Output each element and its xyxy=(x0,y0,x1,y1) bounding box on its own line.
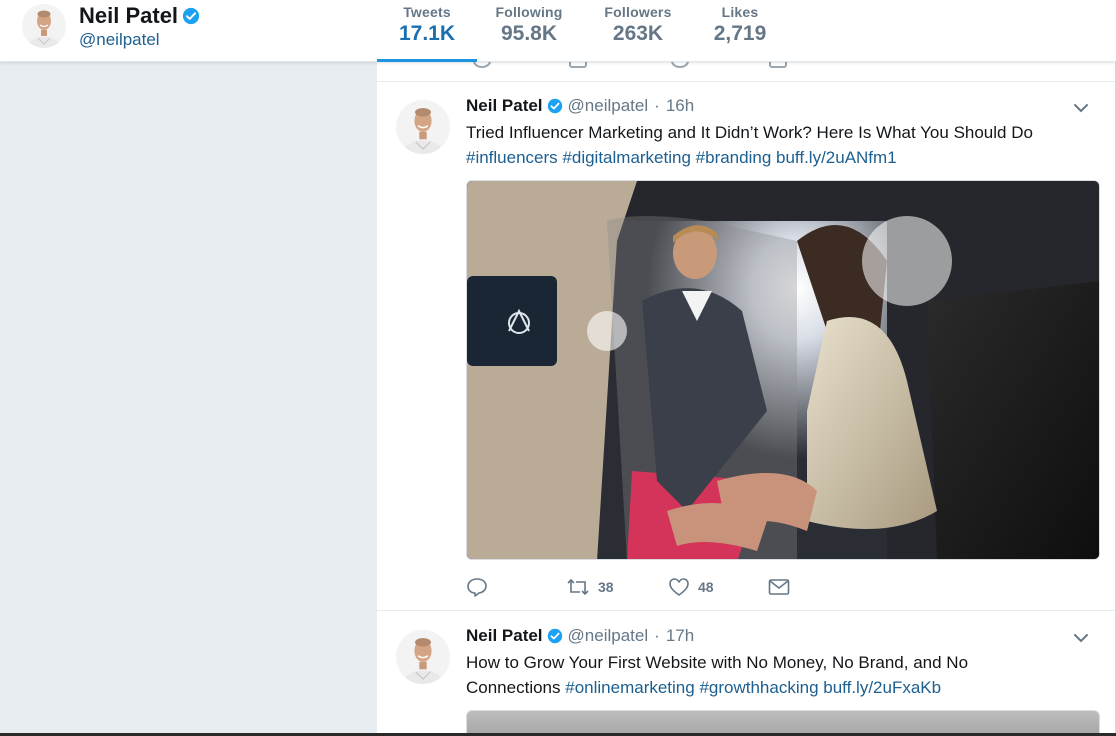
tweet-timestamp[interactable]: 17h xyxy=(666,626,694,646)
stat-label: Likes xyxy=(721,4,759,20)
profile-stats-nav: Tweets 17.1K Following 95.8K Followers 2… xyxy=(377,0,785,62)
url-link[interactable]: buff.ly/2uANfm1 xyxy=(776,148,897,167)
tweet-text-line: Connections #onlinemarketing #growthhack… xyxy=(466,675,1086,700)
tweet-header: Neil Patel @neilpatel · 16h xyxy=(466,96,694,116)
tweet-actions: 38 48 xyxy=(466,575,866,599)
tweet-text-line: Tried Influencer Marketing and It Didn’t… xyxy=(466,123,1033,142)
hashtag-link[interactable]: #digitalmarketing xyxy=(562,148,691,167)
separator-dot: · xyxy=(654,96,660,115)
tweet-author-handle[interactable]: @neilpatel xyxy=(568,96,649,116)
verified-badge-icon xyxy=(547,98,562,114)
stat-tweets[interactable]: Tweets 17.1K xyxy=(377,0,477,62)
reply-button[interactable] xyxy=(466,575,488,599)
stat-value: 2,719 xyxy=(713,22,767,45)
stat-following[interactable]: Following 95.8K xyxy=(477,0,581,62)
limousine-photo-illustration xyxy=(467,181,1099,559)
stat-value: 95.8K xyxy=(500,22,558,45)
stat-likes[interactable]: Likes 2,719 xyxy=(695,0,785,62)
reply-icon xyxy=(467,578,487,597)
stat-followers[interactable]: Followers 263K xyxy=(581,0,695,62)
envelope-icon xyxy=(768,579,790,595)
verified-badge-icon xyxy=(182,7,200,25)
reply-icon[interactable] xyxy=(473,62,491,68)
like-icon[interactable] xyxy=(671,62,689,68)
profile-avatar[interactable] xyxy=(22,4,66,48)
stat-label: Followers xyxy=(604,4,672,20)
direct-message-button[interactable] xyxy=(768,575,790,599)
verified-badge-icon xyxy=(547,628,562,644)
retweet-button[interactable]: 38 xyxy=(566,575,614,599)
stat-label: Following xyxy=(495,4,563,20)
tweet-media-photo[interactable] xyxy=(466,180,1100,560)
hashtag-link[interactable]: #growthhacking xyxy=(699,678,818,697)
separator-dot: · xyxy=(654,626,660,645)
tweet-text: Tried Influencer Marketing and It Didn’t… xyxy=(466,120,1086,170)
tweet[interactable]: Neil Patel @neilpatel · 16h Tried Influe… xyxy=(377,82,1115,611)
tweet-author-handle[interactable]: @neilpatel xyxy=(568,626,649,646)
tweet-links-line: #influencers #digitalmarketing #branding… xyxy=(466,145,1086,170)
hashtag-link[interactable]: #influencers xyxy=(466,148,558,167)
heart-icon xyxy=(669,578,689,596)
profile-handle[interactable]: @neilpatel xyxy=(79,30,160,50)
tweet-header: Neil Patel @neilpatel · 17h xyxy=(466,626,694,646)
like-count: 48 xyxy=(698,579,714,595)
url-link[interactable]: buff.ly/2uFxaKb xyxy=(823,678,941,697)
hashtag-link[interactable]: #branding xyxy=(696,148,772,167)
chevron-down-icon[interactable] xyxy=(1073,102,1089,114)
stat-value: 263K xyxy=(612,22,664,45)
tweet-timeline: Neil Patel @neilpatel · 16h Tried Influe… xyxy=(377,62,1115,736)
retweet-icon xyxy=(567,578,589,596)
tweet-text-fragment: Connections xyxy=(466,678,561,697)
retweet-count: 38 xyxy=(598,579,614,595)
retweet-icon[interactable] xyxy=(569,62,587,68)
stat-label: Tweets xyxy=(403,4,451,20)
tweet-avatar[interactable] xyxy=(396,630,450,684)
like-button[interactable]: 48 xyxy=(668,575,714,599)
profile-header-bar: Neil Patel @neilpatel Tweets 17.1K Follo… xyxy=(0,0,1116,62)
tweet-avatar[interactable] xyxy=(396,100,450,154)
tweet-author-name[interactable]: Neil Patel xyxy=(466,626,543,646)
tweet[interactable]: Neil Patel @neilpatel · 17h How to Grow … xyxy=(377,612,1115,736)
stat-value: 17.1K xyxy=(398,22,456,45)
profile-name[interactable]: Neil Patel xyxy=(79,3,200,29)
previous-tweet-actions xyxy=(377,62,1115,82)
hashtag-link[interactable]: #onlinemarketing xyxy=(565,678,694,697)
tweet-timestamp[interactable]: 16h xyxy=(666,96,694,116)
chevron-down-icon[interactable] xyxy=(1073,632,1089,644)
tweet-text-line: How to Grow Your First Website with No M… xyxy=(466,653,969,672)
tweet-author-name[interactable]: Neil Patel xyxy=(466,96,543,116)
tweet-text: How to Grow Your First Website with No M… xyxy=(466,650,1086,700)
message-icon[interactable] xyxy=(769,62,787,68)
